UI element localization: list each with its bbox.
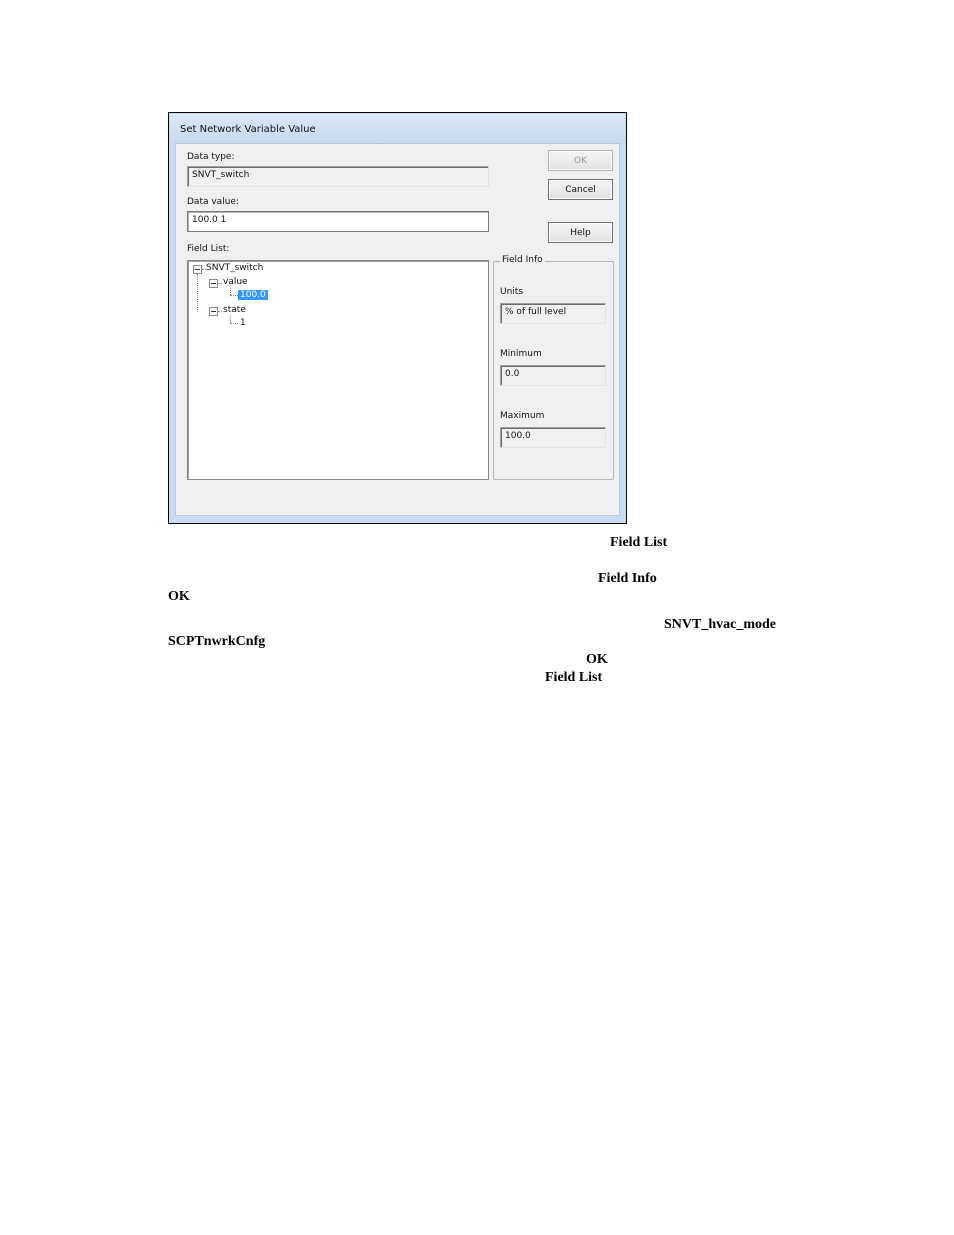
minimum-label: Minimum (500, 349, 542, 359)
ok-button[interactable]: OK (548, 150, 613, 171)
dialog-client-area: Data type: SNVT_switch Data value: 100.0… (175, 143, 620, 516)
dialog-title: Set Network Variable Value (180, 124, 316, 135)
tree-connector (230, 295, 238, 296)
units-field: % of full level (500, 303, 606, 324)
tree-connector (218, 311, 222, 312)
collapse-icon[interactable] (209, 307, 218, 316)
field-info-group: Field Info Units % of full level Minimum… (493, 255, 614, 480)
doc-field-list-ref: Field List (545, 670, 603, 685)
collapse-icon[interactable] (193, 265, 202, 274)
doc-ok-ref: OK (168, 589, 190, 604)
tree-connector (230, 316, 231, 323)
set-network-variable-value-dialog: Set Network Variable Value Data type: SN… (168, 112, 627, 524)
tree-leaf-state[interactable]: 1 (240, 318, 246, 328)
tree-connector (230, 323, 238, 324)
units-label: Units (500, 287, 524, 297)
field-list-label: Field List: (187, 244, 230, 254)
doc-field-list-ref: Field List (610, 535, 668, 550)
doc-ok-ref: OK (586, 652, 608, 667)
field-info-title: Field Info (500, 255, 545, 265)
data-type-label: Data type: (187, 152, 235, 162)
maximum-label: Maximum (500, 411, 545, 421)
tree-node-state[interactable]: state (223, 305, 246, 315)
data-type-field: SNVT_switch (187, 166, 489, 187)
doc-scptnwrkcnfg-ref: SCPTnwrkCnfg (168, 634, 266, 649)
tree-connector (230, 288, 231, 295)
maximum-field: 100.0 (500, 427, 606, 448)
dialog-titlebar[interactable]: Set Network Variable Value (170, 114, 625, 144)
doc-field-info-ref: Field Info (598, 571, 657, 586)
minimum-field: 0.0 (500, 365, 606, 386)
field-list-tree[interactable]: SNVT_switch value 100.0 state 1 (187, 260, 489, 480)
tree-node-value[interactable]: value (223, 277, 248, 287)
doc-snvt-hvac-mode-ref: SNVT_hvac_mode (664, 617, 777, 632)
cancel-button[interactable]: Cancel (548, 179, 613, 200)
tree-leaf-value[interactable]: 100.0 (238, 290, 268, 300)
tree-connector (197, 274, 198, 312)
tree-node-root[interactable]: SNVT_switch (206, 263, 263, 273)
data-value-label: Data value: (187, 197, 239, 207)
data-value-input[interactable]: 100.0 1 (187, 211, 489, 232)
help-button[interactable]: Help (548, 222, 613, 243)
tree-connector (218, 283, 222, 284)
collapse-icon[interactable] (209, 279, 218, 288)
